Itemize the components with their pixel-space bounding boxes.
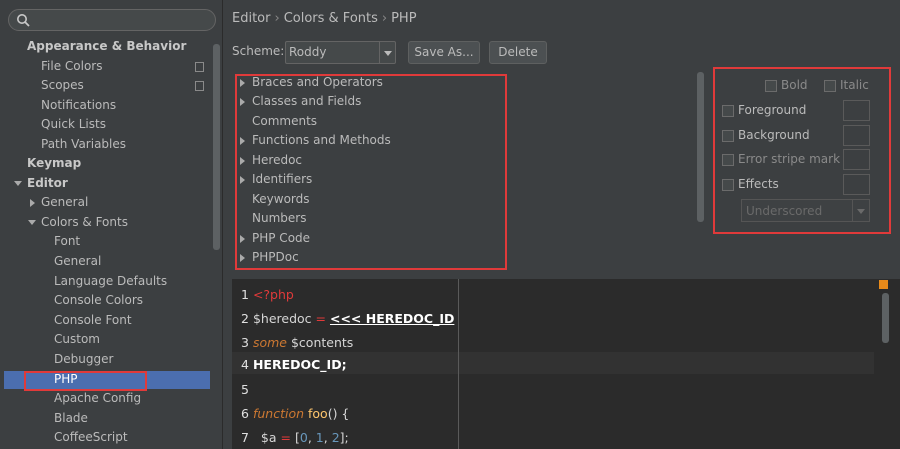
line-number: 6 <box>241 406 249 421</box>
code-token: some <box>252 335 287 350</box>
sidebar-item-label: Colors & Fonts <box>41 215 128 229</box>
sidebar-item-file-colors[interactable]: File Colors <box>0 57 212 76</box>
annotation-highlight-box <box>24 371 147 391</box>
sidebar-item-label: Blade <box>54 411 88 425</box>
sidebar-item-label: Font <box>54 234 81 248</box>
scheme-select[interactable]: Roddy <box>285 41 396 64</box>
sidebar-item-label: General <box>54 254 102 268</box>
sidebar-item-label: Path Variables <box>41 137 127 151</box>
sidebar-item-label: CoffeeScript <box>54 430 128 444</box>
sidebar-item-label: Editor <box>27 176 68 190</box>
code-line: 3 some $contents <box>241 332 353 354</box>
code-preview-scrollbar[interactable] <box>882 293 889 343</box>
sidebar-item-label: Keymap <box>27 156 82 170</box>
line-number: 2 <box>241 311 249 326</box>
sidebar-item-label: Appearance & Behavior <box>27 39 187 53</box>
delete-button[interactable]: Delete <box>489 41 547 64</box>
category-list-scrollbar[interactable] <box>697 72 704 222</box>
sidebar-item-label: Scopes <box>41 78 84 92</box>
breadcrumb-item: Colors & Fonts <box>283 11 378 26</box>
code-token: HEREDOC_ID; <box>252 357 347 372</box>
project-scope-icon <box>195 62 204 72</box>
breadcrumb-separator-icon: › <box>274 11 280 26</box>
code-token: , <box>307 430 312 445</box>
sidebar-item-label: Notifications <box>41 98 117 112</box>
code-line: 7 $a = [0, 1, 2]; <box>241 427 349 449</box>
code-line: 2 $heredoc = <<< HEREDOC_ID <box>241 308 454 330</box>
sidebar-item-label: Custom <box>54 332 100 346</box>
code-token: foo <box>308 406 328 421</box>
annotation-highlight-box <box>235 74 507 270</box>
code-token: = <box>280 430 291 445</box>
code-token: function <box>252 406 305 421</box>
sidebar-item-label: Console Font <box>54 313 132 327</box>
sidebar-item-scopes[interactable]: Scopes <box>0 76 212 95</box>
code-token: 1 <box>315 430 324 445</box>
scheme-label: Scheme: <box>232 44 285 58</box>
chevron-down-icon <box>384 51 392 56</box>
dropdown-arrow[interactable] <box>379 42 395 63</box>
code-line: 5 <box>241 379 253 401</box>
sidebar-item-label: Quick Lists <box>41 117 106 131</box>
scheme-select-value: Roddy <box>289 45 327 59</box>
search-icon <box>17 14 30 27</box>
code-token: $heredoc <box>252 311 312 326</box>
annotation-highlight-box <box>713 67 891 234</box>
sidebar-item-label: Apache Config <box>54 391 142 405</box>
save-as-button[interactable]: Save As... <box>408 41 480 64</box>
line-number: 4 <box>241 357 249 372</box>
sidebar-item-label: Debugger <box>54 352 114 366</box>
sidebar-scrollbar[interactable] <box>213 44 220 250</box>
warning-marker-icon[interactable] <box>879 280 888 289</box>
sidebar-item-label: General <box>41 195 89 209</box>
line-number: 7 <box>241 430 249 445</box>
chevron-down-icon[interactable] <box>28 220 36 225</box>
project-scope-icon <box>195 81 204 91</box>
code-line: 4 HEREDOC_ID; <box>241 354 347 376</box>
code-line: 6 function foo() { <box>241 403 349 425</box>
breadcrumb-item: Editor <box>232 11 271 26</box>
code-token: () { <box>327 406 350 421</box>
code-token: , <box>323 430 328 445</box>
sidebar-item-label: Console Colors <box>54 293 144 307</box>
line-number: 3 <box>241 335 249 350</box>
code-token: = <box>315 311 326 326</box>
right-margin-guide <box>458 279 459 449</box>
code-token: <?php <box>252 287 294 302</box>
line-number: 1 <box>241 287 249 302</box>
breadcrumb-separator-icon: › <box>381 11 388 26</box>
code-token: <<< HEREDOC_ID <box>329 311 455 326</box>
code-token: $a <box>260 430 277 445</box>
breadcrumb: Editor › Colors & Fonts › PHP <box>232 11 417 26</box>
chevron-right-icon[interactable] <box>30 199 35 207</box>
code-token: $contents <box>290 335 354 350</box>
settings-search-input[interactable] <box>8 9 216 31</box>
code-token: ]; <box>339 430 349 445</box>
breadcrumb-item: PHP <box>391 11 417 26</box>
sidebar-item-label: File Colors <box>41 59 103 73</box>
sidebar-item-label: Language Defaults <box>54 274 168 288</box>
line-number: 5 <box>241 382 249 397</box>
chevron-down-icon[interactable] <box>14 181 22 186</box>
code-token: 0 <box>299 430 308 445</box>
code-token: 2 <box>331 430 340 445</box>
code-line: 1 <?php <box>241 284 294 306</box>
